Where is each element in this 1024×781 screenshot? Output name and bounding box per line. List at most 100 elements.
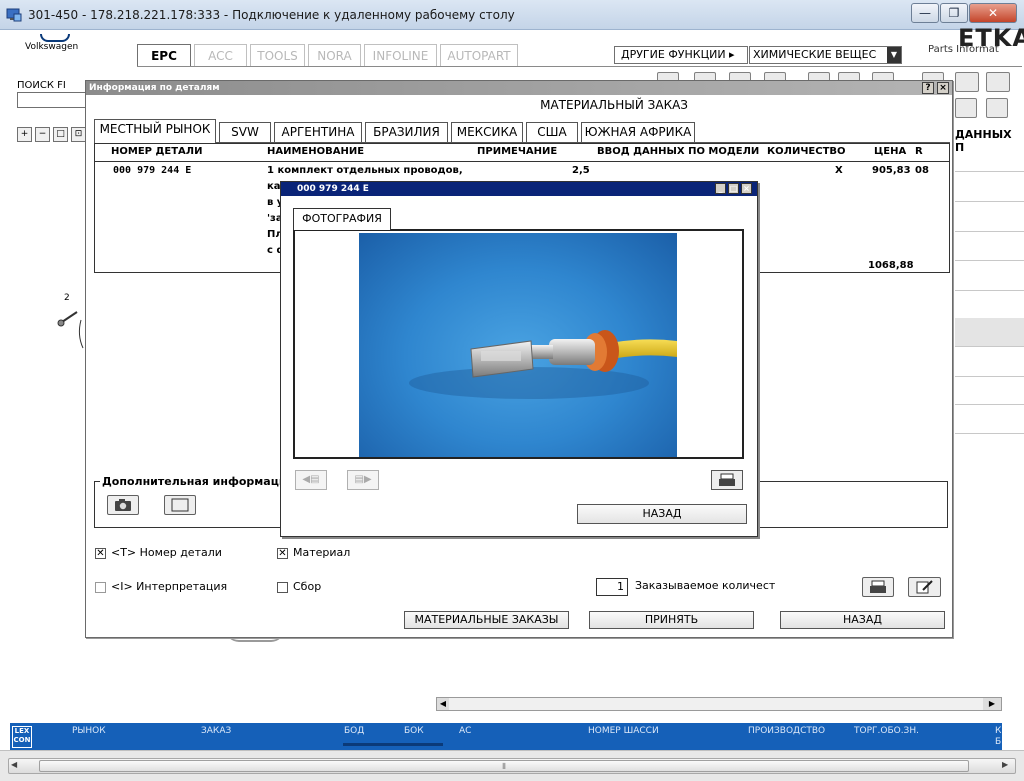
- tab-nora[interactable]: NORA: [308, 44, 361, 66]
- frame-button[interactable]: [164, 495, 196, 515]
- part-diagram-icon: [57, 311, 84, 349]
- help-button[interactable]: ?: [922, 82, 934, 94]
- zoom-in-icon[interactable]: +: [17, 127, 32, 142]
- photo-dialog-title: 000 979 244 E: [297, 184, 369, 194]
- status-ac: АС: [459, 726, 472, 736]
- connector-terminal-image: [409, 330, 677, 399]
- grid-line: [955, 346, 1024, 347]
- col-part-number: НОМЕР ДЕТАЛИ: [111, 146, 203, 157]
- status-market: РЫНОК: [72, 726, 106, 736]
- status-production: ПРОИЗВОДСТВО: [748, 726, 826, 736]
- photo-minimize-button[interactable]: _: [715, 183, 726, 194]
- rdp-horizontal-scrollbar[interactable]: ◀ ⦀ ▶: [8, 758, 1016, 774]
- chemicals-select-value: ХИМИЧЕСКИЕ ВЕЩЕС: [753, 48, 877, 61]
- chemicals-select[interactable]: ХИМИЧЕСКИЕ ВЕЩЕС ▼: [749, 46, 902, 64]
- checkbox-material[interactable]: ✕: [277, 548, 288, 559]
- status-field: [343, 743, 443, 746]
- tab-mexico[interactable]: МЕКСИКА: [451, 122, 523, 142]
- dialog-close-button[interactable]: ×: [937, 82, 949, 94]
- checkbox-part-number-label: <T> Номер детали: [111, 546, 222, 559]
- parts-info-label: Parts Informat: [928, 44, 999, 55]
- tab-argentina[interactable]: АРГЕНТИНА: [274, 122, 362, 142]
- scroll-right-icon[interactable]: ▶: [1002, 760, 1008, 769]
- col-r: R: [915, 146, 923, 157]
- total-price: 1068,88: [868, 260, 914, 271]
- grid-line: [955, 404, 1024, 405]
- grid-line: [955, 433, 1024, 434]
- maximize-button[interactable]: ❐: [940, 3, 968, 23]
- toolbar-page-icon[interactable]: [986, 72, 1010, 92]
- scroll-right-icon[interactable]: ▶: [983, 698, 1001, 710]
- photo-print-button[interactable]: [711, 470, 743, 490]
- tab-epc[interactable]: EPC: [137, 44, 191, 66]
- tab-south-africa[interactable]: ЮЖНАЯ АФРИКА: [581, 122, 695, 142]
- nav-prev-icon[interactable]: [986, 98, 1008, 118]
- zoom-window-icon[interactable]: □: [53, 127, 68, 142]
- tab-brazil[interactable]: БРАЗИЛИЯ: [365, 122, 448, 142]
- checkbox-interpretation-label: <I> Интерпретация: [111, 580, 228, 593]
- grid-line: [955, 260, 1024, 261]
- toolbar-book-icon[interactable]: [955, 72, 979, 92]
- photo-close-button[interactable]: ×: [741, 183, 752, 194]
- tab-svw[interactable]: SVW: [219, 122, 271, 142]
- edit-button[interactable]: [908, 577, 941, 597]
- other-functions-button[interactable]: ДРУГИЕ ФУНКЦИИ ▸: [614, 46, 748, 64]
- prev-photo-button[interactable]: ◀▤: [295, 470, 327, 490]
- part-photo: [359, 233, 677, 457]
- accept-button[interactable]: ПРИНЯТЬ: [589, 611, 754, 629]
- brand-label: Volkswagen: [25, 42, 79, 52]
- nav-first-icon[interactable]: [955, 98, 977, 118]
- tab-photo[interactable]: ФОТОГРАФИЯ: [293, 208, 391, 230]
- checkbox-part-number[interactable]: ✕: [95, 548, 106, 559]
- material-orders-button[interactable]: МАТЕРИАЛЬНЫЕ ЗАКАЗЫ: [404, 611, 569, 629]
- row-part-number[interactable]: 000 979 244 E: [113, 165, 191, 176]
- horizontal-scrollbar[interactable]: ◀ ▶: [436, 697, 1002, 711]
- col-model-data: ВВОД ДАННЫХ ПО МОДЕЛИ: [597, 146, 760, 157]
- window-title: 301-450 - 178.218.221.178:333 - Подключе…: [28, 8, 515, 22]
- tab-autopart[interactable]: AUTOPART: [440, 44, 518, 66]
- back-button[interactable]: НАЗАД: [780, 611, 945, 629]
- printer-icon: [719, 473, 735, 486]
- search-input[interactable]: [17, 92, 87, 108]
- order-quantity-input[interactable]: 1: [596, 578, 628, 596]
- status-order: ЗАКАЗ: [201, 726, 232, 736]
- frame-icon: [171, 498, 189, 512]
- scroll-left-icon[interactable]: ◀: [437, 698, 449, 710]
- tab-acc[interactable]: ACC: [194, 44, 247, 66]
- dialog-titlebar: Информация по деталям ? ×: [86, 81, 952, 95]
- additional-info-label: Дополнительная информация: [100, 475, 296, 488]
- photo-back-button[interactable]: НАЗАД: [577, 504, 747, 524]
- minimize-button[interactable]: —: [911, 3, 939, 23]
- status-right: К Б: [995, 726, 1002, 747]
- row-quantity: X: [835, 165, 843, 176]
- tab-infoline[interactable]: INFOLINE: [364, 44, 437, 66]
- header-divider: [95, 161, 949, 162]
- photo-frame: [293, 229, 744, 459]
- close-button[interactable]: ✕: [969, 3, 1017, 23]
- camera-button[interactable]: [107, 495, 139, 515]
- print-button[interactable]: [862, 577, 894, 597]
- checkbox-assembly[interactable]: [277, 582, 288, 593]
- col-name: НАИМЕНОВАНИЕ: [267, 146, 365, 157]
- tab-usa[interactable]: США: [526, 122, 578, 142]
- status-bod: БОД: [344, 726, 365, 736]
- grid-line: [955, 376, 1024, 377]
- zoom-fit-icon[interactable]: ⊡: [71, 127, 86, 142]
- chevron-down-icon[interactable]: ▼: [887, 47, 901, 63]
- next-photo-button[interactable]: ▤▶: [347, 470, 379, 490]
- search-label: ПОИСК FI: [17, 80, 66, 91]
- status-bar: LEX CON РЫНОК ЗАКАЗ БОД БОК АС НОМЕР ШАС…: [10, 723, 1002, 750]
- tab-local-market[interactable]: МЕСТНЫЙ РЫНОК: [94, 119, 216, 143]
- camera-icon: [115, 499, 131, 511]
- scroll-thumb[interactable]: ⦀: [39, 760, 969, 772]
- photo-maximize-button[interactable]: □: [728, 183, 739, 194]
- edit-icon: [916, 580, 933, 594]
- selected-row[interactable]: [955, 318, 1024, 346]
- checkbox-interpretation[interactable]: [95, 582, 106, 593]
- right-panel-grid: [955, 143, 1024, 573]
- tab-tools[interactable]: TOOLS: [250, 44, 305, 66]
- status-chassis: НОМЕР ШАССИ: [588, 726, 659, 736]
- scroll-left-icon[interactable]: ◀: [11, 760, 17, 769]
- dialog-heading: МАТЕРИАЛЬНЫЙ ЗАКАЗ: [540, 98, 688, 112]
- zoom-out-icon[interactable]: −: [35, 127, 50, 142]
